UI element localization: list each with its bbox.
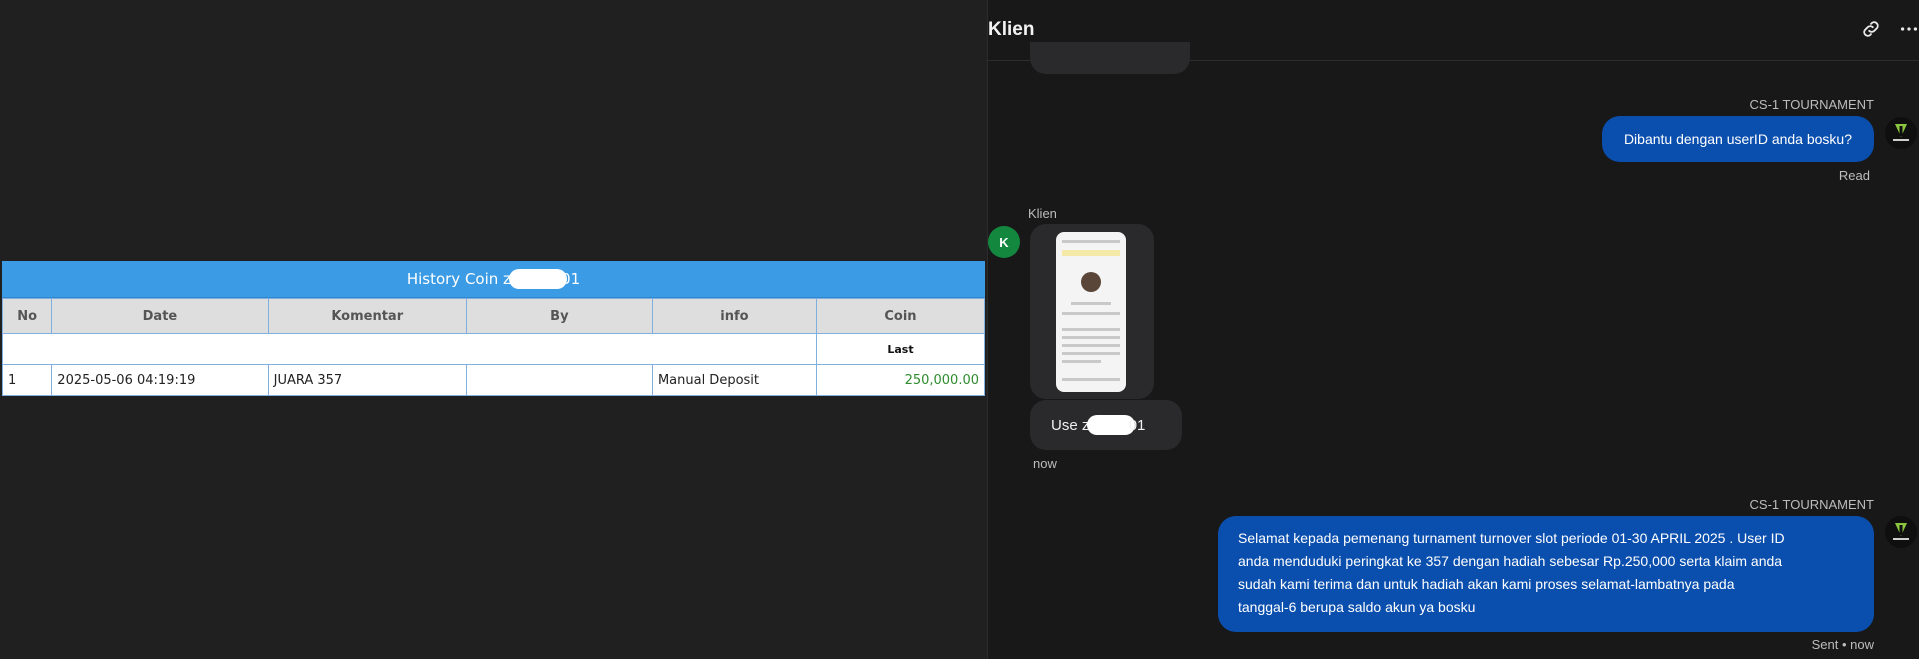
link-icon[interactable] — [1860, 18, 1882, 40]
cell-info: Manual Deposit — [651, 364, 817, 396]
image-message-bubble[interactable] — [1030, 224, 1154, 399]
subheader-row: Last — [2, 333, 986, 365]
cell-date: 2025-05-06 04:19:19 — [51, 364, 269, 396]
table-row: 1 2025-05-06 04:19:19 JUARA 357 Manual D… — [1, 364, 986, 396]
column-header-info[interactable]: info — [651, 298, 817, 334]
cell-coin: 250,000.00 — [815, 364, 986, 396]
history-title-suffix: 01 — [561, 270, 581, 288]
chat-panel: Klien CS-1 TOURNAMENT Dibantu dengan use… — [987, 0, 1919, 659]
client-avatar: K — [988, 226, 1020, 258]
message-sender: CS-1 TOURNAMENT — [1749, 497, 1874, 512]
message-time: now — [1033, 456, 1057, 471]
previous-message-bubble — [1030, 42, 1190, 74]
chat-title: Klien — [988, 19, 1035, 40]
outgoing-message-bubble[interactable]: Dibantu dengan userID anda bosku? — [1601, 116, 1874, 162]
message-status: Sent • now — [1811, 637, 1874, 652]
subheader-last: Last — [815, 333, 986, 365]
subheader-empty — [2, 333, 817, 365]
message-sender: Klien — [1028, 206, 1057, 221]
column-header-by[interactable]: By — [465, 298, 653, 334]
table-header-row: No Date Komentar By info Coin — [1, 298, 986, 334]
history-title: History Coin zi 01 — [2, 261, 985, 298]
message-status: Read — [1838, 168, 1870, 183]
incoming-message-bubble[interactable]: Use zi 01 — [1030, 400, 1182, 450]
message-text-suffix: 01 — [1128, 416, 1146, 434]
phone-screenshot-image[interactable] — [1056, 232, 1126, 392]
message-line: sudah kami terima dan untuk hadiah akan … — [1238, 576, 1735, 592]
agent-avatar-icon — [1885, 117, 1917, 149]
message-line: Selamat kepada pemenang turnament turnov… — [1238, 530, 1785, 546]
history-coin-table: History Coin zi 01 No Date Komentar By in… — [1, 261, 986, 396]
history-table: No Date Komentar By info Coin Last 1 202… — [1, 298, 986, 396]
message-sender: CS-1 TOURNAMENT — [1749, 97, 1874, 112]
redaction-mask — [1086, 415, 1135, 435]
agent-avatar-icon — [1885, 516, 1917, 548]
column-header-no[interactable]: No — [1, 298, 53, 334]
column-header-coin[interactable]: Coin — [815, 298, 986, 334]
more-icon[interactable] — [1898, 18, 1919, 40]
history-title-prefix: History Coin zi — [406, 270, 516, 288]
cell-no: 1 — [1, 364, 53, 396]
message-text: Dibantu dengan userID anda bosku? — [1623, 130, 1852, 147]
column-header-date[interactable]: Date — [51, 298, 269, 334]
column-header-komentar[interactable]: Komentar — [267, 298, 467, 334]
message-line: tanggal-6 berupa saldo akun ya bosku — [1238, 599, 1476, 615]
outgoing-message-bubble[interactable]: Selamat kepada pemenang turnament turnov… — [1218, 516, 1874, 632]
message-line: anda menduduki peringkat ke 357 dengan h… — [1238, 553, 1783, 569]
cell-komentar: JUARA 357 — [267, 364, 467, 396]
redaction-mask — [509, 269, 568, 289]
cell-by — [465, 364, 653, 396]
